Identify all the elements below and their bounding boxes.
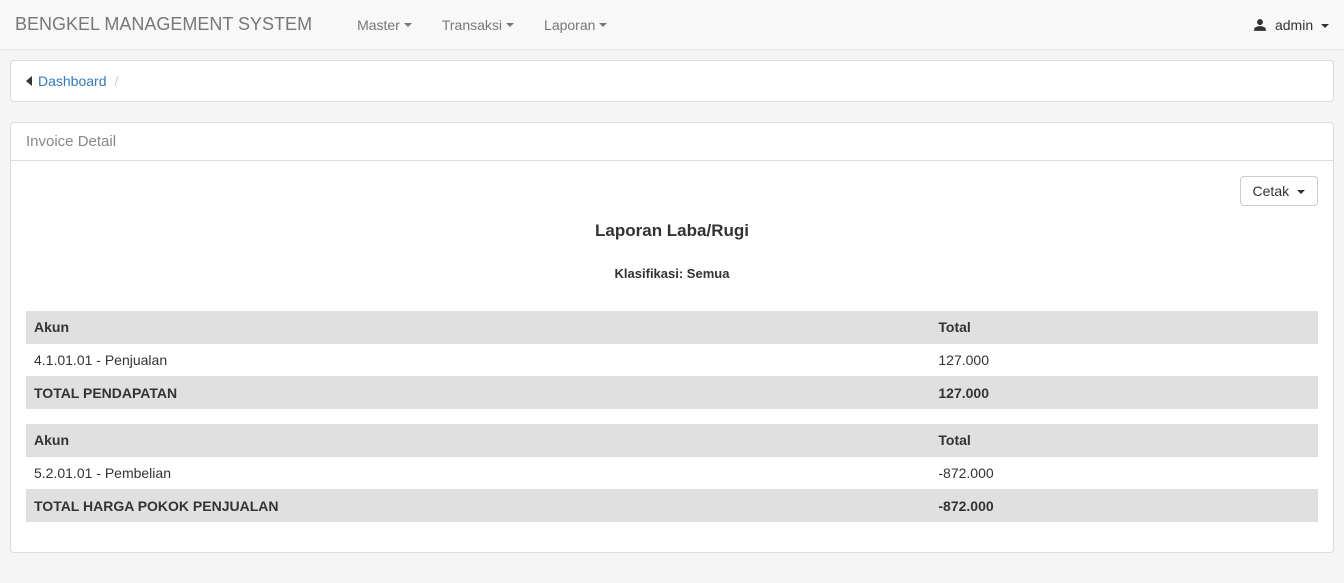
- cell-total-value: -872.000: [930, 489, 1318, 522]
- menu-transaksi[interactable]: Transaksi: [427, 2, 529, 48]
- th-akun: Akun: [26, 311, 930, 343]
- caret-down-icon: [1321, 24, 1329, 28]
- panel-heading: Invoice Detail: [11, 123, 1333, 161]
- th-akun: Akun: [26, 424, 930, 456]
- user-label: admin: [1275, 17, 1313, 33]
- breadcrumb-separator: /: [115, 73, 119, 89]
- breadcrumb: Dashboard /: [10, 60, 1334, 102]
- report-table-income: Akun Total 4.1.01.01 - Penjualan 127.000…: [26, 311, 1318, 409]
- cell-total: -872.000: [930, 456, 1318, 489]
- table-total-row: TOTAL HARGA POKOK PENJUALAN -872.000: [26, 489, 1318, 522]
- caret-down-icon: [506, 23, 514, 27]
- menu-master[interactable]: Master: [342, 2, 427, 48]
- invoice-panel: Invoice Detail Cetak Laporan Laba/Rugi K…: [10, 122, 1334, 553]
- cell-total-label: TOTAL HARGA POKOK PENJUALAN: [26, 489, 930, 522]
- print-button-label: Cetak: [1253, 183, 1290, 199]
- th-total: Total: [930, 311, 1318, 343]
- cell-total-value: 127.000: [930, 376, 1318, 409]
- table-row: 5.2.01.01 - Pembelian -872.000: [26, 456, 1318, 489]
- user-menu[interactable]: admin: [1253, 17, 1329, 33]
- menu-master-label: Master: [357, 17, 400, 33]
- breadcrumb-dashboard-link[interactable]: Dashboard: [38, 73, 107, 89]
- menu-transaksi-label: Transaksi: [442, 17, 502, 33]
- cell-total-label: TOTAL PENDAPATAN: [26, 376, 930, 409]
- cell-akun: 5.2.01.01 - Pembelian: [26, 456, 930, 489]
- panel-body: Cetak Laporan Laba/Rugi Klasifikasi: Sem…: [11, 161, 1333, 552]
- report-table-cogs: Akun Total 5.2.01.01 - Pembelian -872.00…: [26, 424, 1318, 522]
- cell-akun: 4.1.01.01 - Penjualan: [26, 343, 930, 376]
- cell-total: 127.000: [930, 343, 1318, 376]
- print-button[interactable]: Cetak: [1240, 176, 1318, 206]
- navbar-menu: Master Transaksi Laporan: [342, 2, 1253, 48]
- table-total-row: TOTAL PENDAPATAN 127.000: [26, 376, 1318, 409]
- app-brand: BENGKEL MANAGEMENT SYSTEM: [15, 14, 342, 35]
- menu-laporan-label: Laporan: [544, 17, 595, 33]
- table-row: 4.1.01.01 - Penjualan 127.000: [26, 343, 1318, 376]
- menu-laporan[interactable]: Laporan: [529, 2, 622, 48]
- th-total: Total: [930, 424, 1318, 456]
- chevron-left-icon: [26, 76, 32, 86]
- caret-down-icon: [599, 23, 607, 27]
- report-subtitle: Klasifikasi: Semua: [26, 266, 1318, 281]
- caret-down-icon: [404, 23, 412, 27]
- navbar: BENGKEL MANAGEMENT SYSTEM Master Transak…: [0, 0, 1344, 50]
- navbar-right: admin: [1253, 17, 1329, 33]
- user-icon: [1253, 17, 1271, 33]
- caret-down-icon: [1297, 190, 1305, 194]
- report-title: Laporan Laba/Rugi: [26, 221, 1318, 241]
- toolbar: Cetak: [26, 176, 1318, 206]
